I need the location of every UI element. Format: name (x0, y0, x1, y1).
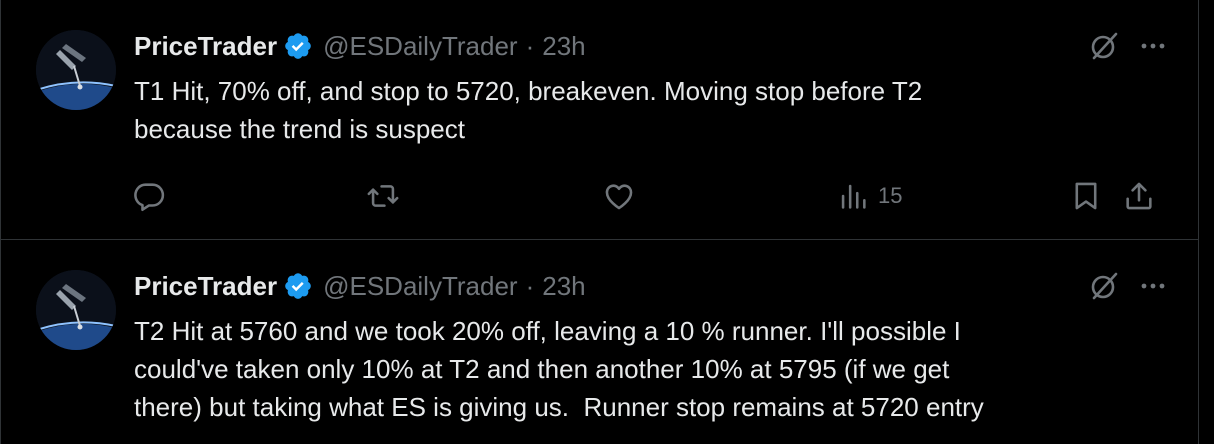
tweet[interactable]: PriceTrader @ESDailyTrader · 23h (1, 0, 1198, 240)
tweet-header: PriceTrader @ESDailyTrader · 23h (134, 28, 586, 64)
tweet-header-actions (1088, 30, 1168, 62)
timeline-feed: PriceTrader @ESDailyTrader · 23h T1 Hit,… (0, 0, 1199, 444)
author-display-name[interactable]: PriceTrader (134, 271, 277, 302)
separator-dot: · (525, 30, 535, 61)
grok-icon[interactable] (1088, 30, 1120, 62)
avatar-image (36, 270, 116, 350)
tweet-actions: 15 (132, 176, 1172, 216)
bookmark-icon (1075, 182, 1097, 210)
author-handle[interactable]: @ESDailyTrader (323, 31, 517, 62)
retweet-button[interactable] (366, 176, 400, 216)
avatar[interactable] (36, 270, 116, 350)
reply-icon (134, 183, 165, 212)
more-dots-icon[interactable] (1138, 271, 1168, 301)
views-button[interactable]: 15 (836, 176, 902, 216)
tweet-timestamp[interactable]: 23h (542, 271, 585, 302)
tweet-text: T2 Hit at 5760 and we took 20% off, leav… (134, 316, 984, 422)
like-button[interactable] (602, 176, 636, 216)
author-display-name[interactable]: PriceTrader (134, 31, 277, 62)
tweet-header: PriceTrader @ESDailyTrader · 23h (134, 268, 586, 304)
heart-icon (605, 184, 633, 210)
author-handle[interactable]: @ESDailyTrader (323, 271, 517, 302)
grok-icon[interactable] (1088, 270, 1120, 302)
tweet-text: T1 Hit, 70% off, and stop to 5720, break… (134, 76, 923, 144)
views-chart-icon (841, 184, 866, 209)
more-dots-icon[interactable] (1138, 31, 1168, 61)
tweet[interactable]: PriceTrader @ESDailyTrader · 23h (1, 240, 1198, 444)
views-count: 15 (878, 183, 903, 208)
verified-badge-icon[interactable] (283, 31, 313, 61)
tweet-header-actions (1088, 270, 1168, 302)
bookmark-button[interactable] (1069, 176, 1103, 216)
avatar-image (36, 30, 116, 110)
separator-dot: · (525, 270, 535, 301)
retweet-icon (367, 185, 399, 207)
avatar[interactable] (36, 30, 116, 110)
reply-button[interactable] (132, 176, 166, 216)
share-icon (1126, 182, 1152, 210)
tweet-timestamp[interactable]: 23h (542, 31, 585, 62)
share-button[interactable] (1122, 176, 1156, 216)
verified-badge-icon[interactable] (283, 271, 313, 301)
